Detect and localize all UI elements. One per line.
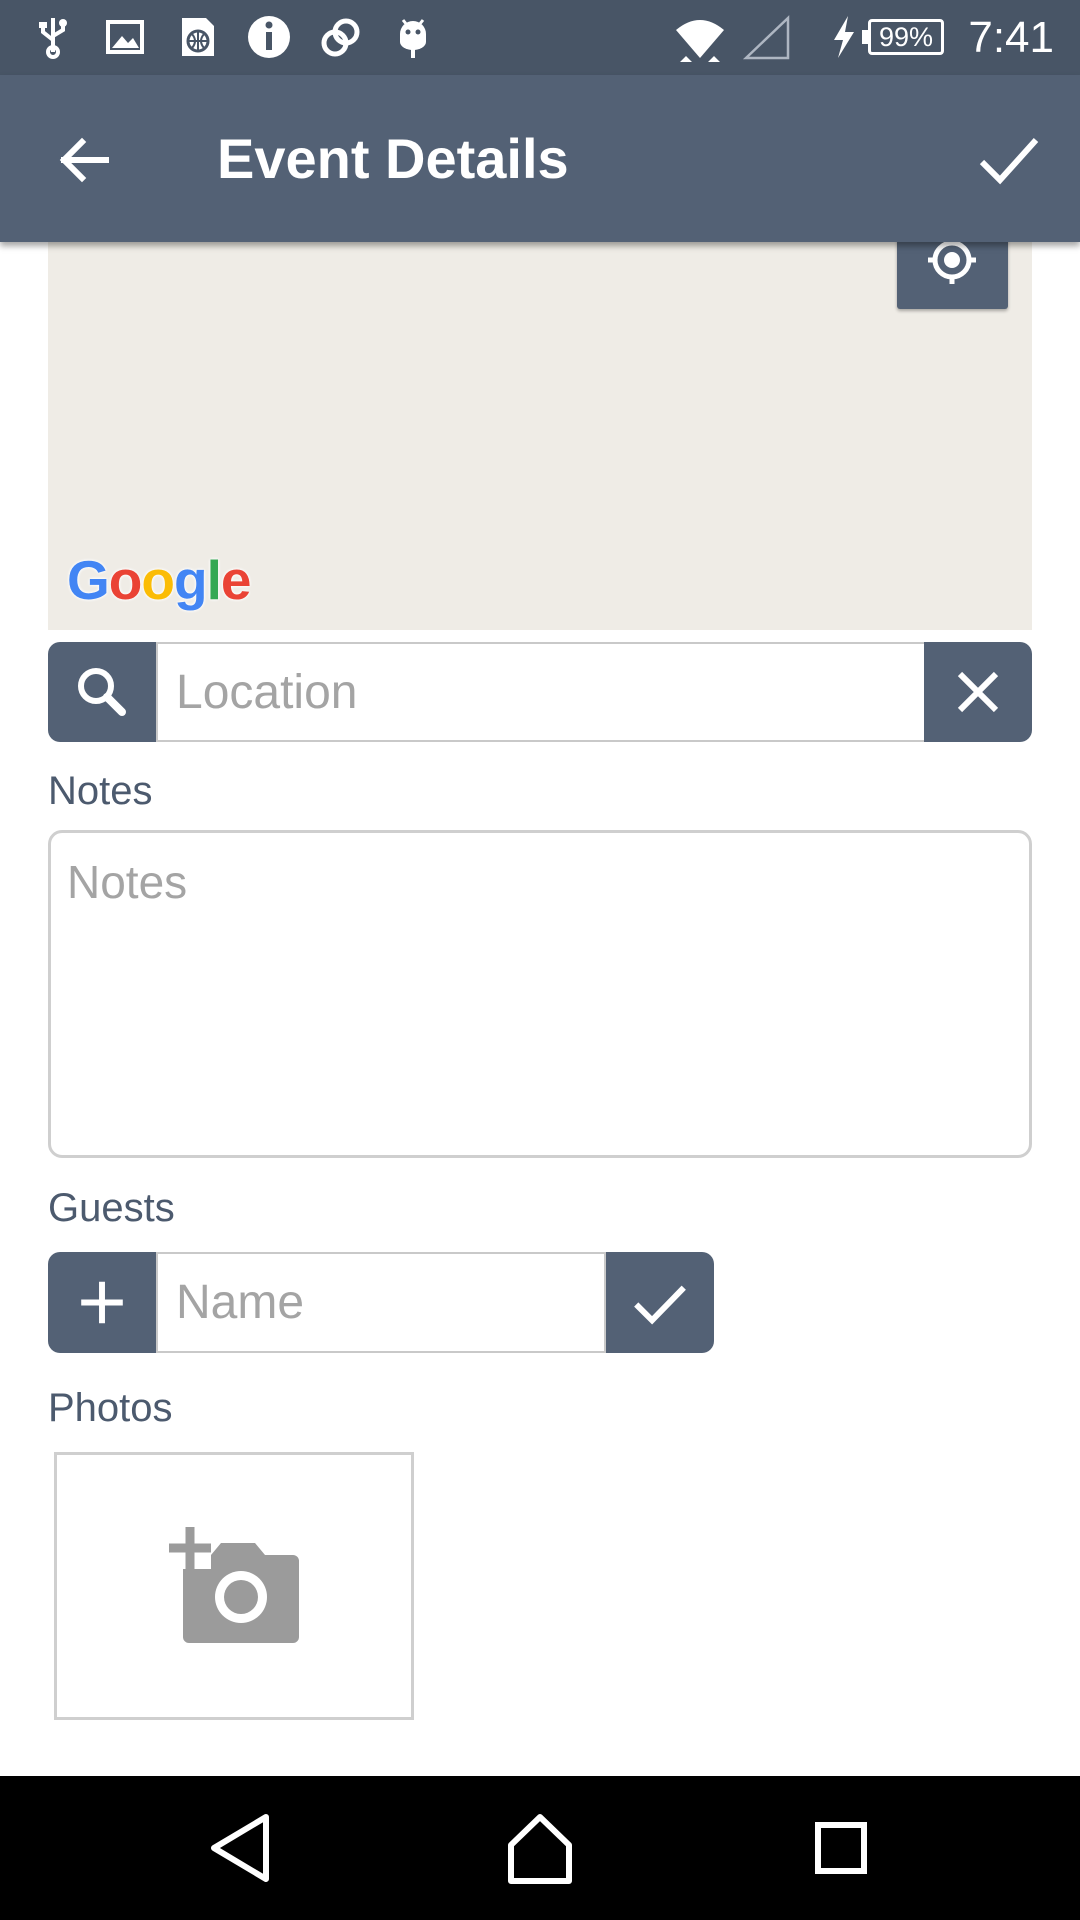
battery-icon: 99%: [868, 19, 944, 55]
add-photo-camera-icon: [167, 1525, 299, 1643]
sync-icon: [316, 12, 366, 62]
close-icon: [957, 671, 999, 713]
notes-label: Notes: [48, 769, 153, 813]
info-icon: [244, 12, 294, 62]
search-icon: [78, 668, 126, 716]
status-time: 7:41: [968, 13, 1054, 62]
arrow-back-icon[interactable]: [46, 122, 122, 198]
add-guest-button[interactable]: [48, 1252, 156, 1353]
recents-square-icon[interactable]: [796, 1803, 886, 1893]
clear-location-button[interactable]: [924, 642, 1032, 742]
search-button[interactable]: [48, 642, 156, 742]
google-logo-letter: g: [174, 549, 208, 611]
charging-icon: [826, 12, 860, 62]
back-triangle-icon[interactable]: [196, 1803, 286, 1893]
location-input[interactable]: [156, 642, 928, 742]
android-icon: [388, 12, 438, 62]
app-bar: Event Details: [0, 75, 1080, 242]
plus-icon: [81, 1281, 123, 1324]
wifi-icon: [672, 12, 728, 62]
usb-icon: [28, 12, 78, 62]
sim-globe-icon: [172, 12, 222, 62]
confirm-guest-button[interactable]: [606, 1252, 714, 1353]
google-logo-letter: G: [67, 549, 110, 611]
signal-icon: [742, 12, 792, 62]
google-logo: Google: [67, 549, 252, 611]
photos-label: Photos: [48, 1386, 173, 1430]
guests-label: Guests: [48, 1186, 175, 1230]
notes-field[interactable]: [48, 830, 1032, 1158]
my-location-button[interactable]: [897, 236, 1008, 309]
status-bar: 99% 7:41: [0, 0, 1080, 75]
image-icon: [100, 12, 150, 62]
guest-name-input[interactable]: [156, 1252, 606, 1353]
google-logo-letter: o: [108, 549, 143, 611]
guest-entry-row: [48, 1252, 714, 1353]
my-location-icon: [928, 236, 976, 284]
home-icon[interactable]: [495, 1803, 585, 1893]
check-icon: [634, 1285, 686, 1325]
add-photo-button[interactable]: [54, 1452, 414, 1720]
system-navigation-bar: [0, 1776, 1080, 1920]
check-icon[interactable]: [970, 122, 1046, 198]
google-logo-letter: l: [206, 549, 222, 611]
google-logo-letter: o: [141, 549, 175, 611]
location-search-bar: [48, 642, 1032, 742]
google-logo-letter: e: [220, 549, 252, 611]
page-title: Event Details: [217, 127, 569, 190]
